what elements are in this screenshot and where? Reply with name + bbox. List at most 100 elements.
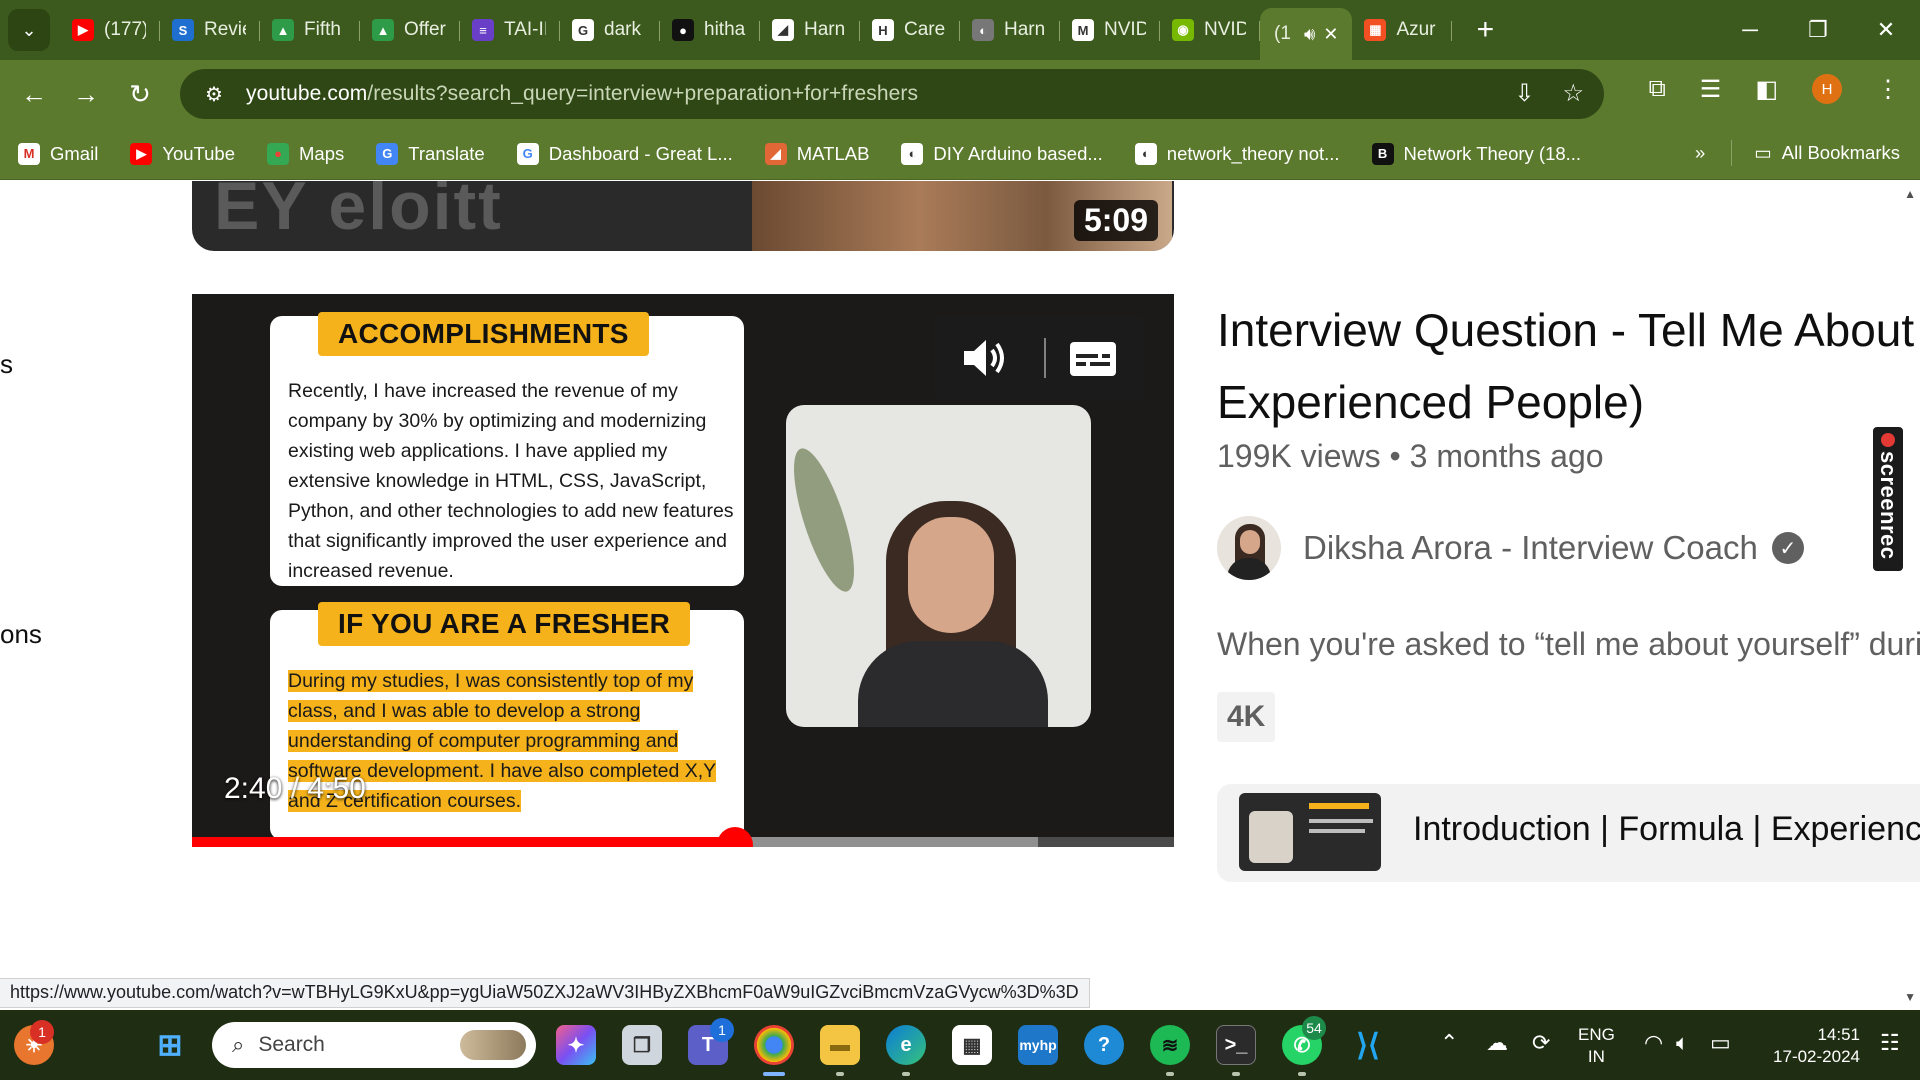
video-title[interactable]: Interview Question - Tell Me About Yours… — [1217, 294, 1920, 438]
reading-list-icon[interactable]: ☰ — [1700, 75, 1722, 104]
browser-tab[interactable]: S Revie — [160, 7, 260, 53]
edge-icon[interactable]: e — [886, 1025, 926, 1065]
reload-button[interactable]: ↻ — [120, 74, 160, 114]
bookmark-item[interactable]: G Translate — [376, 142, 485, 165]
bookmark-label: DIY Arduino based... — [933, 142, 1103, 164]
install-app-icon[interactable]: ⇩ — [1514, 79, 1534, 108]
tab-search-button[interactable]: ⌄ — [8, 9, 50, 51]
close-window-button[interactable]: ✕ — [1852, 0, 1920, 60]
all-bookmarks-button[interactable]: All Bookmarks — [1782, 142, 1900, 164]
new-tab-button[interactable]: + — [1470, 13, 1500, 47]
myhp-icon[interactable]: myhp — [1018, 1025, 1058, 1065]
browser-tab[interactable]: ≡ TAI-II — [460, 7, 560, 53]
back-button[interactable]: ← — [14, 74, 54, 114]
start-button[interactable]: ⊞ — [150, 1025, 190, 1065]
browser-tab[interactable]: ◐ Harn — [960, 7, 1060, 53]
task-view-icon[interactable]: ❐ — [622, 1025, 662, 1065]
video-metadata: Interview Question - Tell Me About Yours… — [1217, 294, 1920, 882]
windows-taskbar: ☀ 1 ⊞ ⌕ Search ✦ ❐ T 1 ▬ e ▦ myhp ? ≋ >_… — [0, 1010, 1920, 1080]
speaker-icon[interactable]: 🔈︎ — [1676, 1030, 1689, 1056]
browser-tab[interactable]: Gdark — [560, 7, 660, 53]
browser-tab[interactable]: ▲ Fifth — [260, 7, 360, 53]
region-code: IN — [1587, 1047, 1605, 1066]
chevron-up-icon[interactable]: ⌃ — [1440, 1030, 1458, 1056]
bookmark-item[interactable]: ▶ YouTube — [130, 142, 235, 165]
battery-icon[interactable]: ▭ — [1710, 1030, 1731, 1056]
tab-title: Offer — [404, 19, 446, 40]
channel-row[interactable]: Diksha Arora - Interview Coach ✓ — [1217, 516, 1804, 580]
s-logo-icon: S — [172, 19, 194, 41]
chapter-row[interactable]: Introduction | Formula | Experience — [1217, 784, 1920, 882]
copilot-icon[interactable]: ✦ — [556, 1025, 596, 1065]
browser-tab[interactable]: H Care — [860, 7, 960, 53]
onedrive-icon[interactable]: ☁ — [1486, 1030, 1508, 1056]
address-bar[interactable]: ⚙ youtube.com/results?search_query=inter… — [180, 69, 1604, 119]
sync-icon[interactable]: ⟳ — [1532, 1030, 1550, 1056]
url-text[interactable]: youtube.com/results?search_query=intervi… — [246, 82, 918, 106]
close-tab-icon[interactable]: ✕ — [1323, 24, 1338, 45]
time-display: 2:40 / 4:50 — [224, 772, 366, 806]
url-host: youtube.com — [246, 82, 368, 105]
bookmark-item[interactable]: ◐ DIY Arduino based... — [901, 142, 1103, 165]
video-preview-player[interactable]: ACCOMPLISHMENTS Recently, I have increas… — [192, 294, 1174, 847]
bookmark-item[interactable]: ● Maps — [267, 142, 344, 165]
language-indicator[interactable]: ENG IN — [1578, 1024, 1615, 1068]
bookmark-item[interactable]: G Dashboard - Great L... — [516, 142, 733, 165]
menu-kebab-icon[interactable]: ⋮ — [1876, 75, 1900, 104]
browser-tab[interactable]: (1 🔊︎ ✕ — [1260, 8, 1353, 60]
card-title: ACCOMPLISHMENTS — [318, 312, 649, 356]
notification-badge: 1 — [710, 1018, 734, 1042]
volume-icon[interactable] — [962, 336, 1008, 380]
wifi-icon[interactable]: ◠ — [1644, 1030, 1663, 1056]
vscode-icon[interactable]: ⟩⟨ — [1348, 1025, 1388, 1065]
site-info-icon[interactable]: ⚙ — [194, 82, 234, 107]
side-panel-icon[interactable]: ◧ — [1755, 75, 1778, 104]
channel-avatar[interactable] — [1217, 516, 1281, 580]
browser-tab[interactable]: ▦ Azur — [1352, 7, 1453, 53]
clock[interactable]: 14:51 17-02-2024 — [1750, 1024, 1860, 1068]
speaker-icon[interactable]: 🔊︎ — [1304, 24, 1315, 45]
restore-button[interactable]: ❐ — [1784, 0, 1852, 60]
taskbar-search[interactable]: ⌕ Search — [212, 1022, 536, 1068]
captions-icon[interactable] — [1070, 342, 1116, 376]
bookmark-label: Network Theory (18... — [1403, 142, 1582, 164]
profile-avatar[interactable]: H — [1812, 74, 1842, 104]
chapter-thumbnail — [1239, 793, 1381, 871]
scroll-down-arrow-icon[interactable]: ▼ — [1904, 990, 1916, 1004]
search-placeholder: Search — [258, 1033, 325, 1056]
more-bookmarks-icon[interactable]: » — [1695, 142, 1705, 164]
screenrec-widget[interactable]: screenrec — [1873, 427, 1903, 571]
globe-icon: ◐ — [1134, 142, 1157, 165]
upload-age: 3 months ago — [1409, 438, 1604, 474]
browser-tab[interactable]: ▶ (177) — [60, 7, 160, 53]
browser-tab[interactable]: ▲ Offer — [360, 7, 460, 53]
chrome-icon[interactable] — [754, 1025, 794, 1065]
scroll-up-arrow-icon[interactable]: ▲ — [1904, 187, 1916, 201]
bookmark-star-icon[interactable]: ☆ — [1562, 79, 1584, 108]
channel-name[interactable]: Diksha Arora - Interview Coach — [1303, 529, 1758, 567]
browser-tab[interactable]: ◢ Harn — [760, 7, 860, 53]
extensions-icon[interactable]: ⧉ — [1649, 75, 1666, 103]
minimize-button[interactable]: ─ — [1716, 0, 1784, 60]
screenrec-label: screenrec — [1876, 451, 1901, 560]
terminal-icon[interactable]: >_ — [1216, 1025, 1256, 1065]
matlab-icon: ◢ — [764, 142, 787, 165]
tab-title: Harn — [804, 19, 846, 40]
bookmark-item[interactable]: M Gmail — [18, 142, 98, 165]
forward-button[interactable]: → — [66, 74, 106, 114]
bookmark-item[interactable]: B Network Theory (18... — [1371, 142, 1582, 165]
browser-tab[interactable]: ◉ NVID — [1160, 7, 1260, 53]
notifications-icon[interactable]: ☷ — [1880, 1030, 1900, 1056]
previous-video-thumbnail[interactable]: EY eloitt 5:09 — [192, 181, 1174, 251]
plant-shape — [786, 442, 867, 598]
browser-tab[interactable]: M NVID — [1060, 7, 1160, 53]
get-help-icon[interactable]: ? — [1084, 1025, 1124, 1065]
browser-tab[interactable]: ● hitha — [660, 7, 760, 53]
bookmark-item[interactable]: ◐ network_theory not... — [1134, 142, 1340, 165]
spotify-icon[interactable]: ≋ — [1150, 1025, 1190, 1065]
youtube-icon: ▶ — [130, 142, 153, 165]
file-explorer-icon[interactable]: ▬ — [820, 1025, 860, 1065]
github-icon: ● — [672, 19, 694, 41]
microsoft-store-icon[interactable]: ▦ — [952, 1025, 992, 1065]
bookmark-item[interactable]: ◢ MATLAB — [764, 142, 869, 165]
